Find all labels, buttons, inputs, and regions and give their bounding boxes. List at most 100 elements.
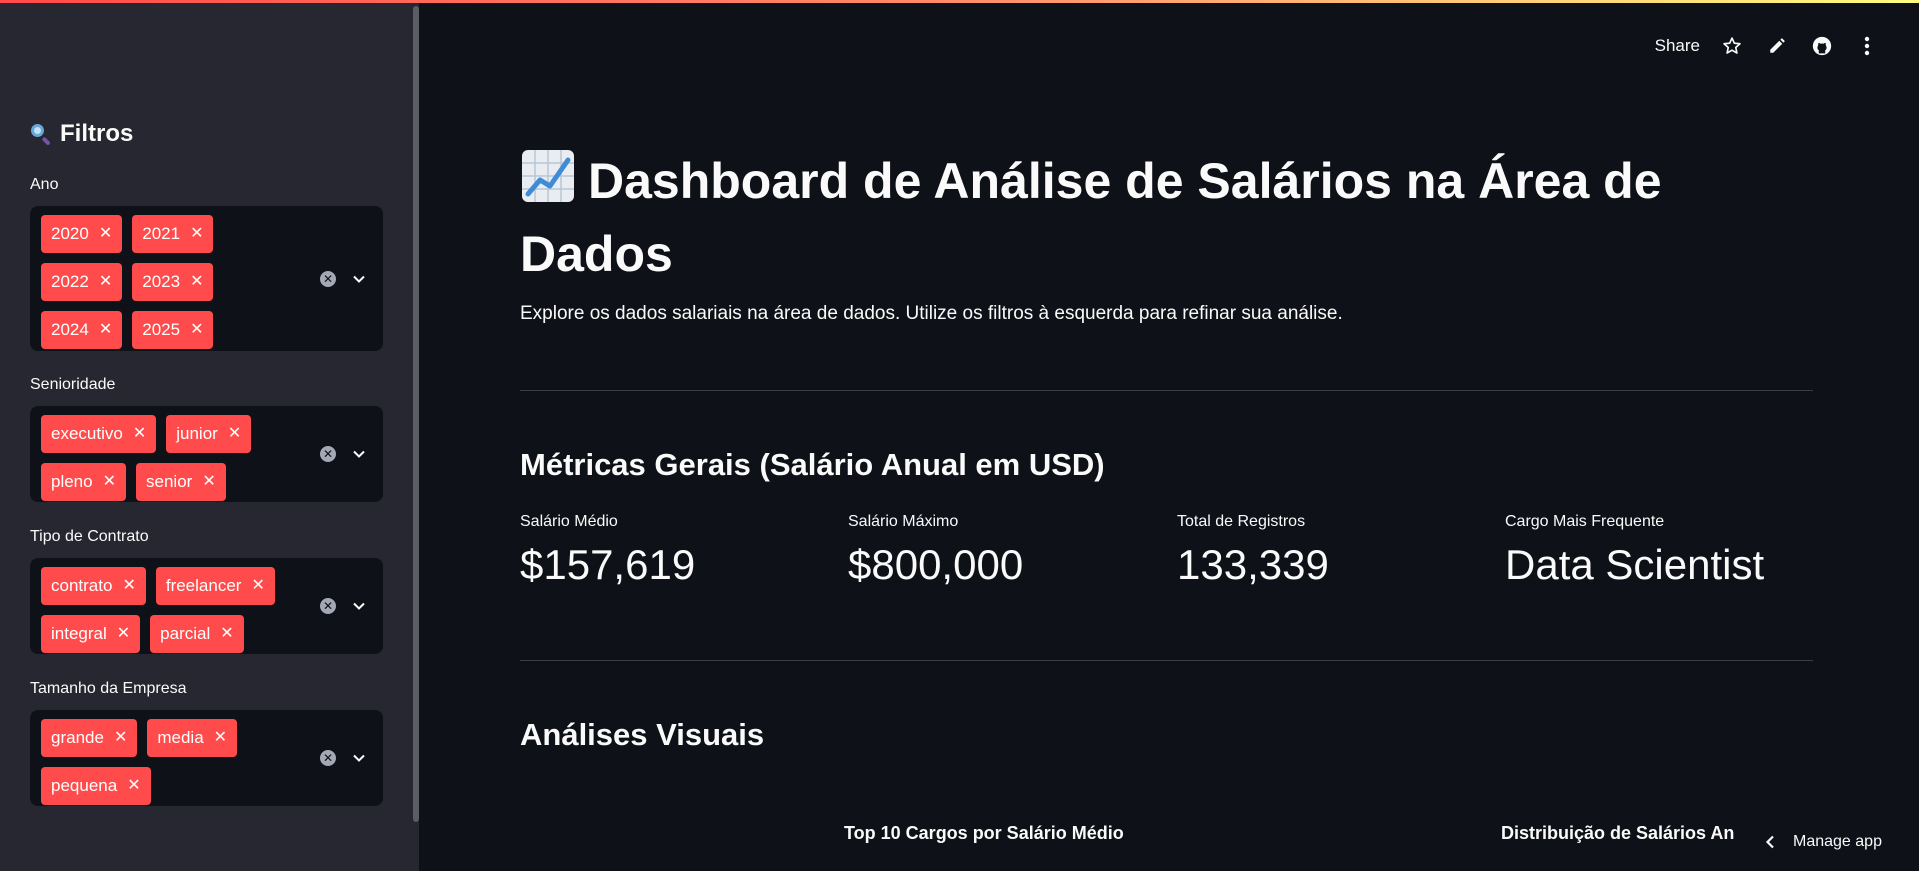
edit-icon[interactable] — [1765, 34, 1789, 58]
metric-cargo-frequente: Cargo Mais Frequente Data Scientist — [1505, 513, 1764, 589]
metric-label: Total de Registros — [1177, 513, 1306, 530]
filter-label-tamanho-empresa: Tamanho da Empresa — [30, 680, 187, 697]
multiselect-tipo-contrato[interactable]: contrato ✕ freelancer ✕ integral ✕ parcial ✕… — [30, 558, 383, 654]
chevron-left-icon — [1765, 835, 1774, 849]
metric-label: Salário Médio — [520, 513, 618, 530]
tag-2022[interactable]: 2022 ✕ — [41, 263, 123, 301]
metric-label: Salário Máximo — [848, 513, 959, 530]
tag-freelancer[interactable]: freelancer ✕ — [155, 567, 275, 605]
remove-tag-icon[interactable]: ✕ — [202, 463, 215, 501]
remove-tag-icon[interactable]: ✕ — [190, 263, 203, 301]
page-subtitle: Explore os dados salariais na área de da… — [520, 303, 1343, 324]
metric-value: 133,339 — [1177, 541, 1329, 588]
metric-salario-maximo: Salário Máximo $800,000 — [848, 513, 1023, 589]
github-icon[interactable] — [1810, 34, 1834, 58]
manage-app-button[interactable]: Manage app — [1749, 813, 1919, 871]
tag-label: parcial — [160, 624, 211, 643]
tag-2021[interactable]: 2021 ✕ — [132, 215, 214, 253]
page-title-text: Dashboard de Análise de Salários na Área… — [520, 153, 1662, 282]
remove-tag-icon[interactable]: ✕ — [251, 567, 264, 605]
clear-all-icon[interactable]: ✕ — [320, 598, 336, 614]
metric-value: $800,000 — [848, 541, 1024, 588]
tag-junior[interactable]: junior ✕ — [166, 415, 252, 453]
tag-label: 2025 — [142, 320, 181, 339]
clear-all-icon[interactable]: ✕ — [320, 750, 336, 766]
sidebar-title-label: Filtros — [60, 120, 134, 147]
tag-label: 2024 — [51, 320, 89, 339]
tag-2025[interactable]: 2025 ✕ — [132, 311, 214, 349]
chevron-down-icon[interactable] — [353, 273, 365, 285]
remove-tag-icon[interactable]: ✕ — [220, 615, 233, 653]
star-icon[interactable] — [1720, 34, 1744, 58]
metric-value: Data Scientist — [1505, 541, 1765, 588]
filter-label-senioridade: Senioridade — [30, 376, 116, 393]
remove-tag-icon[interactable]: ✕ — [117, 615, 130, 653]
divider — [520, 660, 1813, 661]
remove-tag-icon[interactable]: ✕ — [99, 263, 112, 301]
clear-all-icon[interactable]: ✕ — [320, 446, 336, 462]
tag-label: 2022 — [51, 272, 89, 291]
divider — [520, 390, 1813, 391]
tag-label: 2020 — [51, 224, 89, 243]
tag-label: freelancer — [165, 576, 242, 595]
remove-tag-icon[interactable]: ✕ — [127, 767, 140, 805]
more-icon[interactable] — [1855, 34, 1879, 58]
remove-tag-icon[interactable]: ✕ — [133, 415, 146, 453]
tag-grande[interactable]: grande ✕ — [41, 719, 138, 757]
tag-label: pequena — [51, 776, 118, 795]
remove-tag-icon[interactable]: ✕ — [99, 215, 112, 253]
page-title: Dashboard de Análise de Salários na Área… — [520, 148, 1820, 288]
remove-tag-icon[interactable]: ✕ — [190, 311, 203, 349]
tag-pleno[interactable]: pleno ✕ — [41, 463, 127, 501]
remove-tag-icon[interactable]: ✕ — [114, 719, 127, 757]
remove-tag-icon[interactable]: ✕ — [228, 415, 241, 453]
tag-label: senior — [146, 472, 193, 491]
tag-label: 2021 — [142, 224, 181, 243]
filter-label-tipo-contrato: Tipo de Contrato — [30, 528, 149, 545]
multiselect-tamanho-empresa[interactable]: grande ✕ media ✕ pequena ✕ ✕ — [30, 710, 383, 806]
tag-label: contrato — [51, 576, 113, 595]
tag-label: executivo — [51, 424, 123, 443]
remove-tag-icon[interactable]: ✕ — [103, 463, 116, 501]
tag-senior[interactable]: senior ✕ — [136, 463, 226, 501]
multiselect-ano[interactable]: 2020 ✕ 2021 ✕ 2022 ✕ 2023 ✕ 2024 ✕ 2025 ✕ ✕ — [30, 206, 383, 351]
magnifier-icon — [30, 123, 52, 146]
metric-label: Cargo Mais Frequente — [1505, 513, 1665, 530]
tag-integral[interactable]: integral ✕ — [41, 615, 141, 653]
chart-title-distribuicao: Distribuição de Salários An — [1501, 823, 1735, 843]
chevron-down-icon[interactable] — [353, 600, 365, 612]
share-button[interactable]: Share — [1655, 36, 1700, 56]
remove-tag-icon[interactable]: ✕ — [190, 215, 203, 253]
tag-2020[interactable]: 2020 ✕ — [41, 215, 123, 253]
chart-title-top-cargos: Top 10 Cargos por Salário Médio — [844, 823, 1124, 843]
clear-all-icon[interactable]: ✕ — [320, 270, 336, 287]
manage-app-label: Manage app — [1793, 833, 1882, 850]
metric-total-registros: Total de Registros 133,339 — [1177, 513, 1329, 589]
chevron-down-icon[interactable] — [353, 752, 365, 764]
sidebar-scrollbar[interactable] — [413, 6, 419, 822]
metrics-heading: Métricas Gerais (Salário Anual em USD) — [520, 447, 1105, 482]
tag-pequena[interactable]: pequena ✕ — [41, 767, 151, 805]
visual-heading: Análises Visuais — [520, 717, 765, 752]
chevron-down-icon[interactable] — [353, 448, 365, 460]
sidebar-title: Filtros — [30, 120, 133, 148]
sidebar: Filtros Ano 2020 ✕ 2021 ✕ 2022 ✕ 2023 ✕ 2024… — [0, 0, 419, 871]
tag-label: grande — [51, 728, 104, 747]
tag-2023[interactable]: 2023 ✕ — [132, 263, 214, 301]
tag-label: media — [157, 728, 204, 747]
tag-label: integral — [51, 624, 107, 643]
multiselect-senioridade[interactable]: executivo ✕ junior ✕ pleno ✕ senior ✕ ✕ — [30, 406, 383, 502]
metric-value: $157,619 — [520, 541, 696, 588]
remove-tag-icon[interactable]: ✕ — [214, 719, 227, 757]
tag-contrato[interactable]: contrato ✕ — [41, 567, 146, 605]
remove-tag-icon[interactable]: ✕ — [122, 567, 135, 605]
tag-parcial[interactable]: parcial ✕ — [150, 615, 244, 653]
tag-executivo[interactable]: executivo ✕ — [41, 415, 157, 453]
tag-2024[interactable]: 2024 ✕ — [41, 311, 123, 349]
top-accent-bar — [0, 0, 1919, 3]
filter-label-ano: Ano — [30, 176, 59, 193]
remove-tag-icon[interactable]: ✕ — [99, 311, 112, 349]
chart-increasing-icon — [520, 148, 576, 221]
tag-media[interactable]: media ✕ — [147, 719, 238, 757]
tag-label: pleno — [51, 472, 93, 491]
